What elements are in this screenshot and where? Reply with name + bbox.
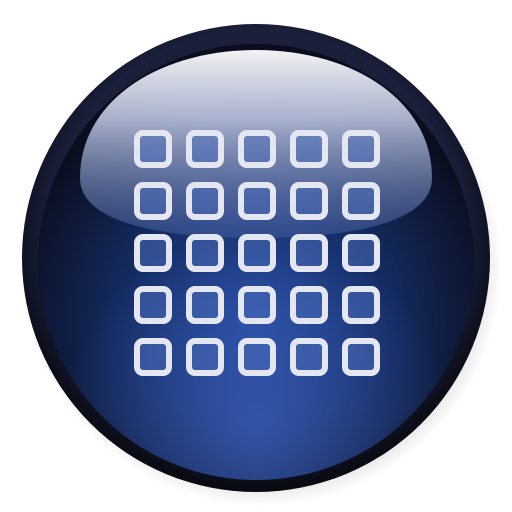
grid-tile — [186, 182, 224, 220]
grid-tile — [186, 286, 224, 324]
grid-tile — [134, 182, 172, 220]
grid-tile — [290, 338, 328, 376]
grid-tile — [186, 130, 224, 168]
grid-tile — [290, 182, 328, 220]
grid-tile — [290, 286, 328, 324]
grid-tile — [134, 234, 172, 272]
grid-tile — [342, 234, 380, 272]
grid-tile — [290, 234, 328, 272]
grid-tile — [342, 182, 380, 220]
grid-tile — [238, 286, 276, 324]
grid-tile — [238, 338, 276, 376]
grid-tile — [134, 338, 172, 376]
grid-tile — [342, 286, 380, 324]
grid-tile — [134, 130, 172, 168]
icon-stage — [0, 0, 512, 512]
grid-tile — [342, 338, 380, 376]
grid-tile — [342, 130, 380, 168]
grid-tile — [238, 130, 276, 168]
grid-app-icon[interactable] — [0, 0, 512, 512]
grid-tile — [290, 130, 328, 168]
grid-tile — [186, 234, 224, 272]
grid-tile — [134, 286, 172, 324]
grid-tile — [238, 234, 276, 272]
grid-tile — [186, 338, 224, 376]
grid-tile — [238, 182, 276, 220]
